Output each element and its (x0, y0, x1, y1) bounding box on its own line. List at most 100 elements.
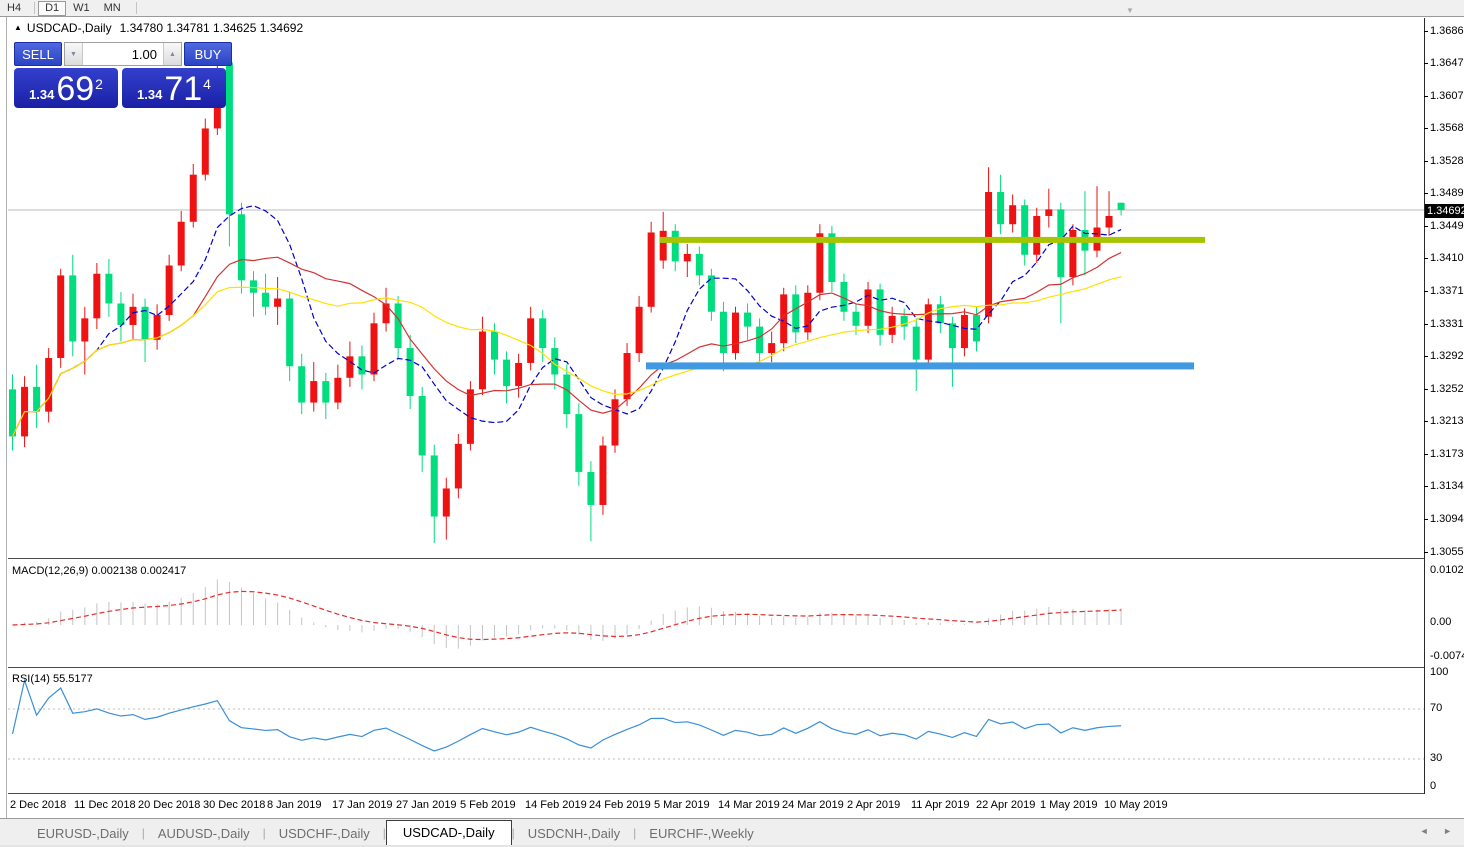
volume-increase-button[interactable]: ▲ (163, 43, 181, 65)
tab-usdcad-daily[interactable]: USDCAD-,Daily (386, 820, 512, 846)
date-axis-label: 30 Dec 2018 (203, 799, 265, 811)
timeframe-button-h4[interactable]: H4 (0, 1, 28, 16)
timeframe-button-d1[interactable]: D1 (38, 1, 66, 16)
date-axis-label: 20 Dec 2018 (138, 799, 200, 811)
current-price-tag: 1.34692 (1425, 204, 1464, 218)
window-left-edge (6, 17, 7, 847)
volume-stepper: ▼ ▲ (64, 42, 182, 66)
price-axis-label: 1.32520 (1430, 383, 1464, 395)
rsi-axis-label: 30 (1430, 752, 1442, 764)
price-axis-tick (1424, 31, 1428, 32)
candle-body (69, 275, 76, 341)
resistance-hline (660, 237, 1205, 243)
price-axis-label: 1.32920 (1430, 350, 1464, 362)
date-axis-label: 14 Mar 2019 (718, 799, 780, 811)
price-axis-tick (1424, 63, 1428, 64)
tab-audusd-daily[interactable]: AUDUSD-,Daily (145, 822, 263, 846)
price-axis-tick (1424, 519, 1428, 520)
rsi-label: RSI(14) 55.5177 (12, 673, 93, 685)
candle-body (1021, 205, 1028, 255)
candle-body (889, 316, 896, 335)
buy-button[interactable]: BUY (184, 42, 232, 66)
candle-body (491, 332, 498, 360)
tab-usdchf-daily[interactable]: USDCHF-,Daily (266, 822, 383, 846)
price-axis-label: 1.35280 (1430, 155, 1464, 167)
candle-body (672, 231, 679, 262)
rsi-axis-label: 70 (1430, 702, 1442, 714)
date-axis-label: 8 Jan 2019 (267, 799, 321, 811)
buy-quote-box[interactable]: 1.34 71 4 (122, 68, 226, 108)
price-axis-tick (1424, 193, 1428, 194)
pane-separator[interactable] (8, 667, 1424, 668)
buy-price-pip: 4 (203, 76, 211, 92)
date-axis-label: 5 Feb 2019 (460, 799, 516, 811)
price-axis-label: 1.36470 (1430, 57, 1464, 69)
tab-eurusd-daily[interactable]: EURUSD-,Daily (24, 822, 142, 846)
candle-body (371, 323, 378, 374)
timeframe-toolbar: H4 D1W1MN (0, 0, 1464, 17)
rsi-indicator-canvas[interactable] (8, 670, 1424, 792)
candle-body (660, 231, 667, 261)
support-hline (646, 362, 1194, 369)
macd-indicator-canvas[interactable] (8, 561, 1424, 666)
tab-usdcnh-daily[interactable]: USDCNH-,Daily (515, 822, 633, 846)
date-axis[interactable]: 2 Dec 201811 Dec 201820 Dec 201830 Dec 2… (8, 794, 1424, 818)
date-axis-label: 24 Mar 2019 (782, 799, 844, 811)
candle-body (636, 307, 643, 353)
candle-body (539, 318, 546, 348)
candle-body (768, 343, 775, 353)
tab-scroll-arrows[interactable]: ◄ ► (1420, 826, 1458, 836)
macd-signal-line (13, 591, 1122, 639)
candle-body (298, 366, 305, 402)
candle-body (431, 455, 438, 516)
volume-decrease-button[interactable]: ▼ (65, 43, 83, 65)
buy-price-prefix: 1.34 (137, 87, 162, 102)
candle-body (696, 254, 703, 275)
candle-body (853, 312, 860, 326)
candle-body (1045, 209, 1052, 216)
candle-body (9, 389, 16, 436)
candle-body (599, 446, 606, 505)
price-axis-label: 1.33310 (1430, 318, 1464, 330)
candle-body (274, 299, 281, 307)
candles-layer (9, 49, 1125, 543)
macd-axis-label: 0.010229 (1430, 564, 1464, 576)
candle-body (322, 381, 329, 402)
pane-separator[interactable] (8, 558, 1424, 559)
price-axis-tick (1424, 454, 1428, 455)
price-axis-label: 1.36070 (1430, 90, 1464, 102)
candle-body (142, 307, 149, 340)
candle-body (1033, 216, 1040, 255)
sell-button[interactable]: SELL (14, 42, 62, 66)
price-axis-tick (1424, 258, 1428, 259)
sell-quote-box[interactable]: 1.34 69 2 (14, 68, 118, 108)
macd-label: MACD(12,26,9) 0.002138 0.002417 (12, 565, 186, 577)
timeframe-button-w1[interactable]: W1 (66, 1, 97, 16)
price-axis-label: 1.31730 (1430, 448, 1464, 460)
candle-body (419, 396, 426, 455)
candle-body (250, 280, 257, 292)
price-axis-label: 1.34890 (1430, 187, 1464, 199)
candle-body (1057, 209, 1064, 277)
volume-input[interactable] (83, 43, 163, 65)
price-axis-tick (1424, 389, 1428, 390)
candle-body (346, 356, 353, 377)
chevron-down-icon[interactable]: ▼ (1126, 7, 1134, 15)
candle-body (286, 299, 293, 367)
candle-body (515, 363, 522, 386)
price-axis-label: 1.36860 (1430, 25, 1464, 37)
date-axis-label: 1 May 2019 (1040, 799, 1097, 811)
tab-eurchf-weekly[interactable]: EURCHF-,Weekly (636, 822, 767, 846)
candle-body (455, 444, 462, 489)
macd-axis-label: 0.00 (1430, 616, 1464, 628)
candle-body (117, 303, 124, 324)
price-axis-label: 1.30940 (1430, 513, 1464, 525)
candle-body (1106, 216, 1113, 228)
price-axis-tick (1424, 324, 1428, 325)
rsi-axis-label: 100 (1430, 666, 1448, 678)
timeframe-button-mn[interactable]: MN (97, 1, 128, 16)
candle-body (913, 327, 920, 360)
date-axis-label: 11 Apr 2019 (911, 799, 970, 811)
price-axis-tick (1424, 291, 1428, 292)
sell-price-prefix: 1.34 (29, 87, 54, 102)
